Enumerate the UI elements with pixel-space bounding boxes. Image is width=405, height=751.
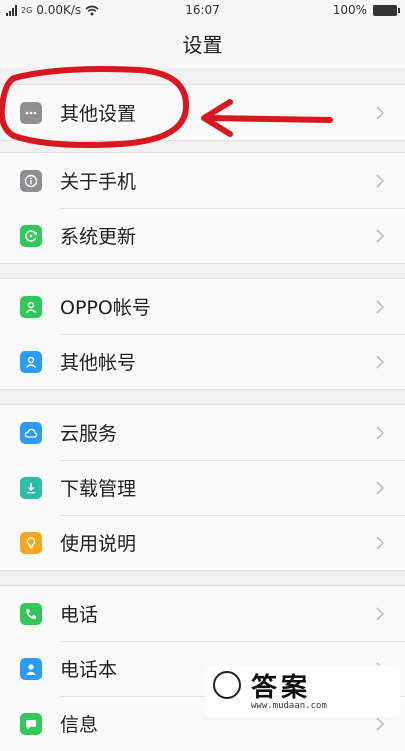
watermark-url: www.mudaan.com (251, 701, 327, 711)
watermark-text: 答案 (251, 673, 312, 703)
settings-item-user-guide[interactable]: 使用说明 (0, 515, 405, 570)
contacts-icon (20, 657, 42, 680)
settings-item-label: 电话本 (60, 659, 118, 681)
settings-item-phone[interactable]: 电话 (0, 586, 405, 641)
settings-item-label: 其他设置 (60, 103, 137, 125)
chevron-right-icon (376, 425, 385, 440)
settings-section-device: 关于手机 系统更新 (0, 152, 405, 264)
chevron-right-icon (376, 606, 385, 621)
settings-item-other-accounts[interactable]: 其他帐号 (0, 334, 405, 389)
chevron-right-icon (376, 354, 385, 369)
message-icon (20, 712, 42, 735)
status-bar: 2G 0.00K/s 16:07 100% (0, 0, 405, 22)
update-icon (20, 224, 42, 247)
settings-item-cloud-service[interactable]: 云服务 (0, 405, 405, 460)
chevron-right-icon (376, 173, 385, 188)
chevron-right-icon (376, 228, 385, 243)
settings-item-label: 云服务 (60, 423, 118, 445)
settings-item-oppo-account[interactable]: OPPO帐号 (0, 279, 405, 334)
chevron-right-icon (376, 105, 385, 120)
settings-item-other-settings[interactable]: 其他设置 (0, 85, 405, 140)
settings-item-label: 使用说明 (60, 533, 137, 555)
bulb-icon (20, 531, 42, 554)
settings-section-accounts: OPPO帐号 其他帐号 (0, 278, 405, 390)
settings-item-system-update[interactable]: 系统更新 (0, 208, 405, 263)
settings-item-about-phone[interactable]: 关于手机 (0, 153, 405, 208)
info-icon (20, 169, 42, 192)
download-icon (20, 476, 42, 499)
battery-level: 100% (332, 3, 367, 17)
settings-item-label: 下载管理 (60, 478, 137, 500)
chevron-right-icon (376, 716, 385, 731)
status-right: 100% (332, 3, 400, 17)
cloud-icon (20, 421, 42, 444)
watermark-logo-icon (213, 671, 241, 699)
watermark: 答案 www.mudaan.com (205, 665, 400, 717)
settings-item-label: 信息 (60, 714, 99, 736)
settings-section-other: 其他设置 (0, 84, 405, 141)
page-title: 设置 (0, 22, 405, 68)
settings-item-download-manager[interactable]: 下载管理 (0, 460, 405, 515)
user-icon (20, 295, 42, 318)
settings-item-label: 系统更新 (60, 226, 137, 248)
settings-section-services: 云服务 下载管理 使用说明 (0, 404, 405, 571)
more-dots-icon (20, 101, 42, 124)
settings-item-label: 其他帐号 (60, 352, 137, 374)
settings-item-label: 电话 (60, 604, 99, 626)
battery-icon (373, 4, 400, 16)
phone-icon (20, 602, 42, 625)
chevron-right-icon (376, 535, 385, 550)
settings-item-label: 关于手机 (60, 171, 137, 193)
chevron-right-icon (376, 299, 385, 314)
chevron-right-icon (376, 480, 385, 495)
settings-item-label: OPPO帐号 (60, 297, 151, 319)
user-icon (20, 350, 42, 373)
